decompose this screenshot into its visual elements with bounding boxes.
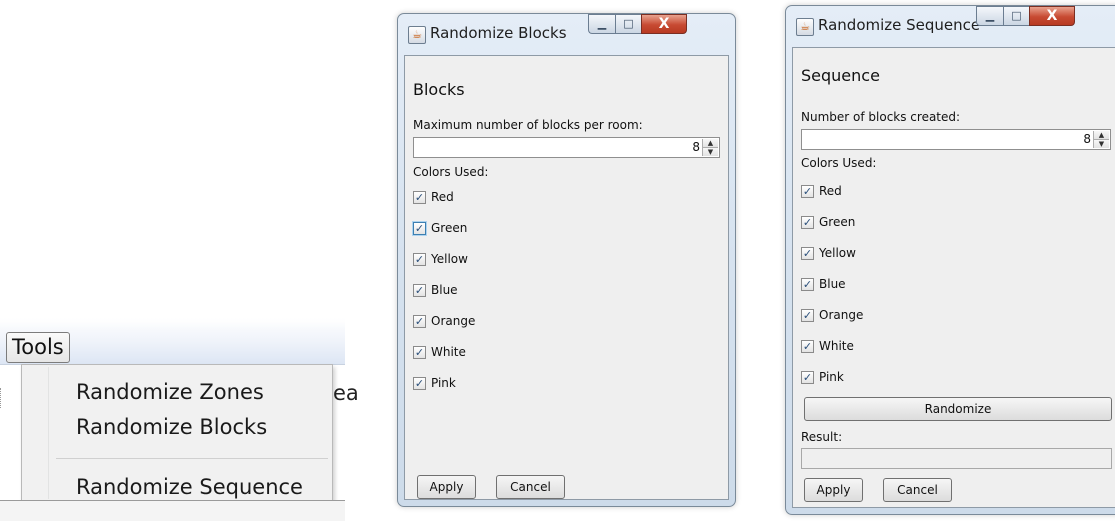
caption-buttons: ▁ □ X [976, 6, 1075, 26]
close-icon[interactable]: X [641, 14, 687, 34]
window-title: Randomize Sequence [818, 16, 981, 34]
dialog-content: Blocks Maximum number of blocks per room… [404, 55, 729, 500]
tools-menu-area: Tools ea Randomize Zones Randomize Block… [0, 316, 359, 521]
java-icon: ☕ [796, 18, 814, 36]
tools-menu-button[interactable]: Tools [6, 332, 70, 363]
checkbox-checked-icon[interactable]: ✓ [413, 221, 426, 235]
menu-bar-fade [0, 316, 345, 328]
checkbox-checked-icon[interactable]: ✓ [801, 339, 814, 353]
checkbox-label: Green [819, 215, 856, 229]
checkbox-label: Pink [819, 370, 844, 384]
color-checkbox-red[interactable]: ✓ Red [801, 183, 842, 199]
checkbox-checked-icon[interactable]: ✓ [801, 215, 814, 229]
apply-button[interactable]: Apply [804, 478, 863, 502]
checkbox-checked-icon[interactable]: ✓ [801, 277, 814, 291]
checkbox-label: Blue [431, 283, 458, 297]
spin-up-icon[interactable]: ▲ [1094, 131, 1109, 139]
checkbox-checked-icon[interactable]: ✓ [413, 190, 426, 204]
background-fragment-left [0, 388, 9, 408]
minimize-icon[interactable]: ▁ [976, 6, 1003, 26]
randomize-sequence-window: ☕ Randomize Sequence ▁ □ X Sequence Numb… [785, 5, 1115, 515]
java-icon: ☕ [408, 26, 426, 44]
color-checkbox-yellow[interactable]: ✓ Yellow [413, 251, 468, 267]
checkbox-label: Yellow [431, 252, 468, 266]
colors-used-label: Colors Used: [413, 165, 489, 179]
checkbox-label: Blue [819, 277, 846, 291]
checkbox-checked-icon[interactable]: ✓ [801, 370, 814, 384]
background-status-strip [0, 500, 345, 521]
blocks-created-label: Number of blocks created: [801, 110, 961, 124]
checkbox-checked-icon[interactable]: ✓ [413, 283, 426, 297]
color-checkbox-red[interactable]: ✓ Red [413, 189, 454, 205]
dialog-heading: Blocks [413, 80, 465, 99]
color-checkbox-white[interactable]: ✓ White [413, 344, 466, 360]
menu-item-randomize-blocks[interactable]: Randomize Blocks [76, 415, 267, 439]
checkbox-label: White [431, 345, 466, 359]
checkbox-checked-icon[interactable]: ✓ [801, 308, 814, 322]
color-checkbox-green[interactable]: ✓ Green [413, 220, 467, 236]
checkbox-checked-icon[interactable]: ✓ [413, 314, 426, 328]
blocks-created-spinner[interactable]: 8 ▲ ▼ [801, 129, 1111, 150]
randomize-button[interactable]: Randomize [804, 397, 1112, 421]
color-checkbox-blue[interactable]: ✓ Blue [413, 282, 458, 298]
checkbox-checked-icon[interactable]: ✓ [801, 184, 814, 198]
maximize-icon[interactable]: □ [1003, 6, 1029, 26]
checkbox-label: Green [431, 221, 468, 235]
checkbox-label: Orange [431, 314, 476, 328]
dialog-heading: Sequence [801, 66, 880, 85]
result-label: Result: [801, 430, 843, 444]
color-checkbox-blue[interactable]: ✓ Blue [801, 276, 846, 292]
checkbox-label: Orange [819, 308, 864, 322]
spin-down-icon[interactable]: ▼ [1094, 139, 1109, 148]
result-field [801, 448, 1112, 469]
background-fragment-text: ea [333, 381, 359, 405]
checkbox-label: White [819, 339, 854, 353]
apply-button[interactable]: Apply [417, 475, 476, 499]
max-blocks-spinner[interactable]: 8 ▲ ▼ [413, 137, 720, 158]
checkbox-checked-icon[interactable]: ✓ [413, 376, 426, 390]
dialog-content: Sequence Number of blocks created: 8 ▲ ▼… [792, 47, 1115, 508]
menu-item-randomize-zones[interactable]: Randomize Zones [76, 380, 264, 404]
window-title: Randomize Blocks [430, 24, 567, 42]
blocks-created-value: 8 [1083, 132, 1091, 146]
color-checkbox-pink[interactable]: ✓ Pink [801, 369, 844, 385]
checkbox-label: Red [819, 184, 842, 198]
max-blocks-value: 8 [692, 140, 700, 154]
checkbox-label: Pink [431, 376, 456, 390]
menu-separator [56, 458, 328, 459]
minimize-icon[interactable]: ▁ [588, 14, 615, 34]
dropdown-gutter [48, 367, 49, 499]
color-checkbox-yellow[interactable]: ✓ Yellow [801, 245, 856, 261]
color-checkbox-orange[interactable]: ✓ Orange [413, 313, 475, 329]
spinner-arrows: ▲ ▼ [1093, 131, 1109, 148]
tools-dropdown: Randomize Zones Randomize Blocks Randomi… [21, 364, 333, 502]
close-icon[interactable]: X [1029, 6, 1075, 26]
caption-buttons: ▁ □ X [588, 14, 687, 34]
maximize-icon[interactable]: □ [615, 14, 641, 34]
checkbox-label: Red [431, 190, 454, 204]
colors-used-label: Colors Used: [801, 156, 877, 170]
color-checkbox-white[interactable]: ✓ White [801, 338, 854, 354]
cancel-button[interactable]: Cancel [883, 478, 952, 502]
checkbox-checked-icon[interactable]: ✓ [413, 345, 426, 359]
color-checkbox-orange[interactable]: ✓ Orange [801, 307, 863, 323]
randomize-blocks-window: ☕ Randomize Blocks ▁ □ X Blocks Maximum … [397, 13, 736, 507]
spin-down-icon[interactable]: ▼ [703, 147, 718, 156]
checkbox-checked-icon[interactable]: ✓ [801, 246, 814, 260]
checkbox-label: Yellow [819, 246, 856, 260]
spinner-arrows: ▲ ▼ [702, 139, 718, 156]
max-blocks-label: Maximum number of blocks per room: [413, 118, 643, 132]
cancel-button[interactable]: Cancel [496, 475, 565, 499]
spin-up-icon[interactable]: ▲ [703, 139, 718, 147]
menu-item-randomize-sequence[interactable]: Randomize Sequence [76, 475, 303, 499]
color-checkbox-pink[interactable]: ✓ Pink [413, 375, 456, 391]
checkbox-checked-icon[interactable]: ✓ [413, 252, 426, 266]
color-checkbox-green[interactable]: ✓ Green [801, 214, 855, 230]
